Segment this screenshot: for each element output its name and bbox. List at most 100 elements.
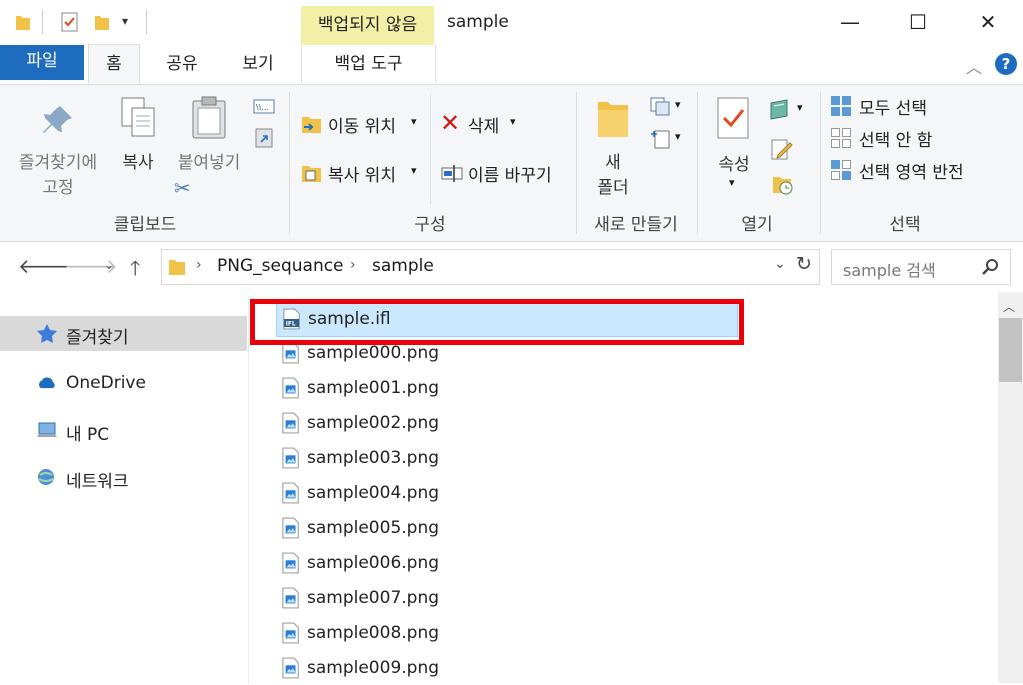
ribbon-separator — [576, 92, 577, 234]
new-item-icon — [650, 97, 670, 116]
up-button[interactable]: 🡑 — [130, 254, 140, 288]
pin-to-quick-access-button[interactable]: 즐겨찾기에 고정 — [8, 98, 108, 198]
invert-selection-button[interactable]: 선택 영역 반전 — [830, 157, 990, 183]
select-all-button[interactable]: 모두 선택 — [830, 93, 960, 119]
edit-icon[interactable] — [770, 137, 794, 161]
context-tab-header: 백업되지 않음 — [301, 6, 434, 45]
png-file-icon — [282, 657, 299, 679]
new-folder-quick-icon[interactable] — [93, 12, 111, 32]
file-row[interactable]: sample001.png — [276, 373, 736, 405]
file-name: sample000.png — [307, 343, 440, 363]
cut-scissors-icon[interactable]: ✂ — [174, 176, 191, 200]
scrollbar-thumb[interactable] — [999, 318, 1022, 382]
file-name: sample006.png — [307, 553, 440, 573]
rename-icon — [441, 165, 463, 182]
open-group-label: 열기 — [741, 215, 773, 235]
folder-icon[interactable] — [14, 12, 32, 32]
file-row[interactable]: sample002.png — [276, 408, 736, 440]
breadcrumb-separator-icon: › — [196, 257, 202, 273]
rename-label: 이름 바꾸기 — [468, 166, 552, 186]
help-icon[interactable]: ? — [995, 53, 1017, 75]
recent-locations-chevron-icon[interactable]: ⌄ — [104, 258, 114, 272]
file-row[interactable]: sample004.png — [276, 478, 736, 510]
png-file-icon — [282, 587, 299, 609]
close-button[interactable]: ✕ — [968, 8, 1008, 36]
svg-text:\\...: \\... — [256, 103, 269, 112]
sidebar-item-quick-access[interactable]: 즐겨찾기 — [0, 316, 247, 351]
file-name: sample003.png — [307, 448, 440, 468]
move-to-folder-icon — [302, 117, 321, 133]
file-name: sample002.png — [307, 413, 440, 433]
rename-button[interactable]: 이름 바꾸기 — [440, 160, 566, 186]
search-box[interactable]: sample 검색 — [831, 249, 1011, 285]
new-item-button[interactable]: ▾ — [650, 96, 686, 116]
address-bar[interactable]: › PNG_sequance › sample ⌄ ↻ — [161, 249, 820, 285]
select-all-label: 모두 선택 — [859, 99, 927, 119]
new-folder-icon — [598, 102, 628, 137]
collapse-ribbon-chevron-icon[interactable]: ︿ — [966, 54, 982, 78]
paste-button[interactable]: 붙여넣기 — [170, 96, 248, 176]
sidebar-item-label: 즐겨찾기 — [66, 328, 129, 348]
tab-share[interactable]: 공유 — [156, 45, 208, 83]
copy-path-icon[interactable]: \\... — [253, 98, 275, 116]
refresh-icon[interactable]: ↻ — [796, 253, 812, 275]
divider — [430, 94, 431, 204]
file-row[interactable]: sample007.png — [276, 583, 736, 615]
customize-quick-access-dropdown-icon[interactable]: ▾ — [122, 14, 128, 28]
properties-button[interactable]: 속성 ▾ — [708, 96, 760, 196]
context-tab-header-label: 백업되지 않음 — [317, 15, 418, 35]
history-icon[interactable] — [771, 173, 795, 197]
easy-access-dropdown-icon: ▾ — [675, 130, 681, 143]
clipboard-group-label: 클립보드 — [113, 215, 177, 235]
sidebar-item-label: 내 PC — [66, 425, 110, 445]
tab-file[interactable]: 파일 — [0, 45, 84, 80]
search-input[interactable]: sample 검색 — [843, 257, 936, 281]
select-none-label: 선택 안 함 — [859, 131, 933, 151]
search-icon[interactable] — [982, 258, 1000, 276]
png-file-icon — [282, 342, 299, 364]
png-file-icon — [282, 447, 299, 469]
minimize-button[interactable]: — — [830, 8, 870, 36]
file-row[interactable]: sample008.png — [276, 618, 736, 650]
copy-to-dropdown-icon: ▾ — [411, 164, 417, 177]
file-row[interactable]: sample009.png — [276, 653, 736, 685]
breadcrumb-separator-icon: › — [350, 257, 356, 273]
network-icon — [38, 469, 54, 485]
maximize-button[interactable]: ☐ — [898, 8, 938, 36]
ribbon-separator — [820, 92, 821, 234]
paste-shortcut-icon[interactable] — [255, 126, 273, 148]
copy-label: 복사 — [122, 153, 154, 173]
tab-backup-tools[interactable]: 백업 도구 — [301, 45, 436, 83]
tab-view[interactable]: 보기 — [232, 45, 284, 83]
new-folder-label-line2: 폴더 — [597, 178, 629, 198]
png-file-icon — [282, 482, 299, 504]
copy-button[interactable]: 복사 — [112, 96, 164, 176]
window-title: sample — [447, 12, 509, 32]
sidebar-item-network[interactable]: 네트워크 — [0, 460, 247, 495]
copy-to-button[interactable]: 복사 위치 ▾ — [300, 160, 425, 186]
tab-home[interactable]: 홈 — [88, 44, 140, 83]
easy-access-button[interactable]: ▾ — [650, 128, 686, 149]
breadcrumb-png-sequance[interactable]: PNG_sequance — [217, 256, 344, 276]
properties-check-icon[interactable] — [60, 11, 80, 33]
breadcrumb-sample[interactable]: sample — [372, 256, 434, 276]
ribbon-separator — [697, 92, 698, 234]
sidebar-item-this-pc[interactable]: 내 PC — [0, 413, 247, 448]
properties-dropdown-icon: ▾ — [729, 176, 735, 189]
select-all-icon — [831, 96, 851, 116]
file-row[interactable]: sample003.png — [276, 443, 736, 475]
sidebar-item-onedrive[interactable]: OneDrive — [0, 366, 247, 401]
move-to-label: 이동 위치 — [328, 117, 396, 137]
move-to-button[interactable]: 이동 위치 ▾ — [300, 111, 425, 137]
scroll-up-chevron-icon[interactable]: ︿ — [1003, 298, 1015, 315]
new-folder-button[interactable]: 새 폴더 — [588, 96, 638, 200]
select-none-button[interactable]: 선택 안 함 — [830, 125, 960, 151]
file-row[interactable]: sample006.png — [276, 548, 736, 580]
png-file-icon — [282, 622, 299, 644]
address-dropdown-icon[interactable]: ⌄ — [774, 256, 786, 272]
highlight-box — [250, 299, 744, 345]
delete-button[interactable]: ✕ 삭제 ▾ — [440, 109, 520, 137]
folder-icon — [169, 260, 185, 275]
open-button[interactable]: ▾ — [768, 98, 808, 120]
file-row[interactable]: sample005.png — [276, 513, 736, 545]
